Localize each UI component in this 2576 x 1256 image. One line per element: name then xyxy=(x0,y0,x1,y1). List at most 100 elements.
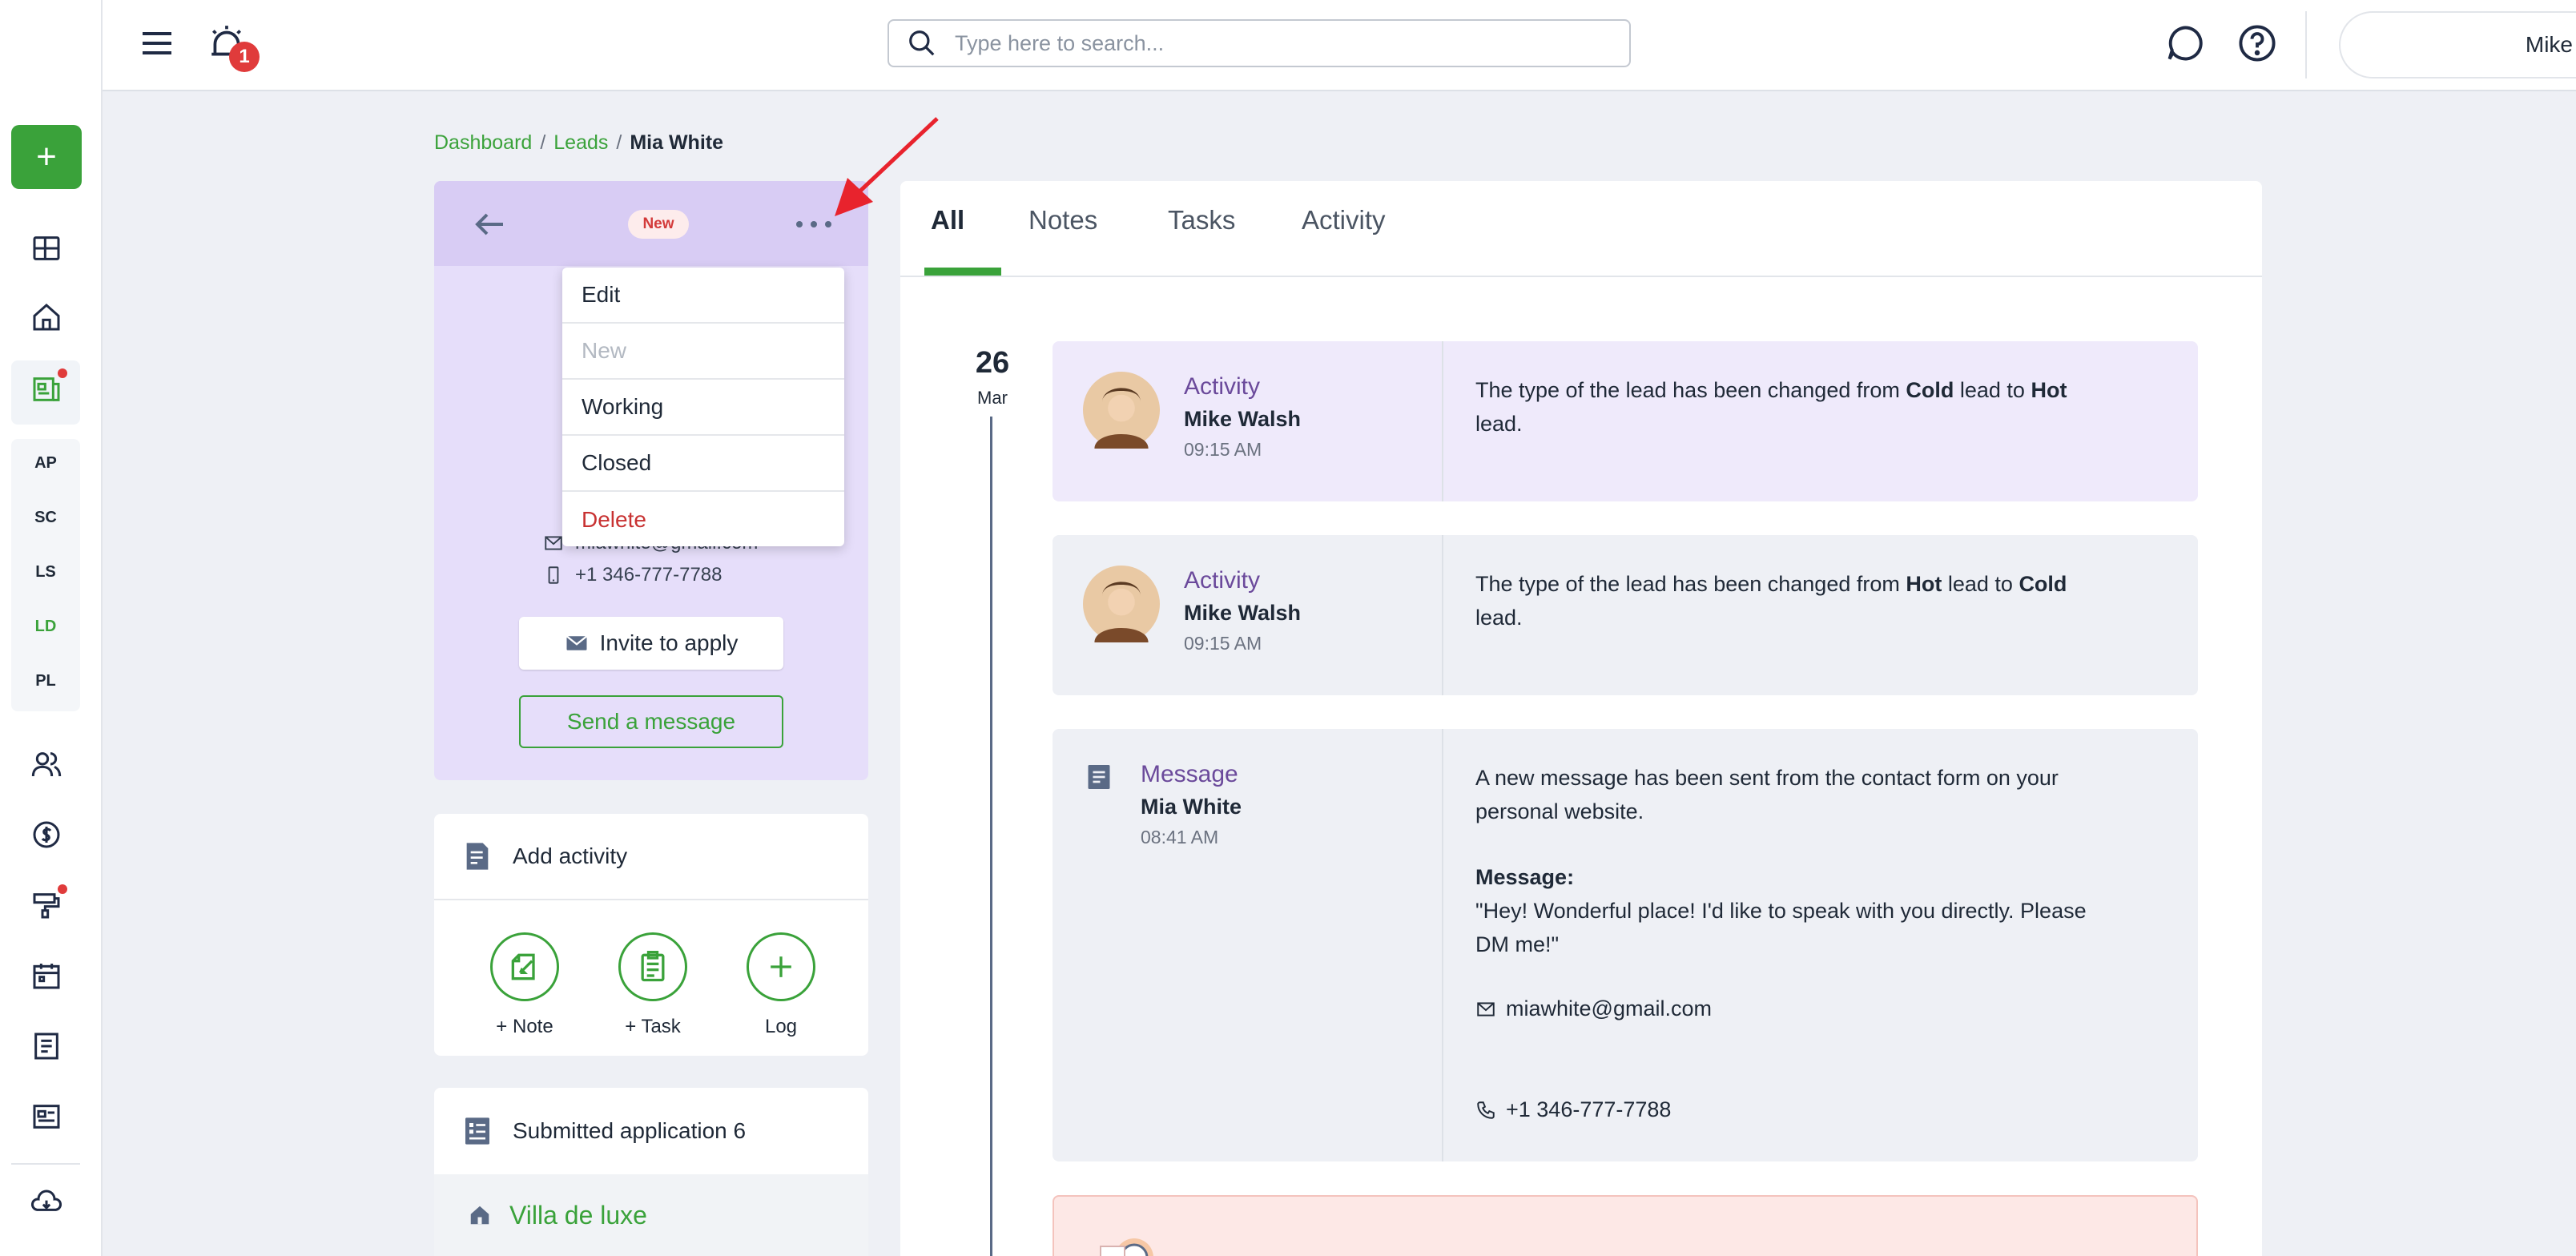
menu-item-new: New xyxy=(562,324,844,380)
annotation-arrow-icon xyxy=(835,117,939,216)
sidebar-item-sc[interactable]: SC xyxy=(11,509,80,527)
listings-icon[interactable] xyxy=(24,1094,69,1139)
menu-item-working[interactable]: Working xyxy=(562,380,844,436)
user-name: Mike xyxy=(2525,32,2573,57)
author-avatar xyxy=(1083,566,1160,642)
entry-author: Mike Walsh xyxy=(1184,601,1302,625)
add-activity-title: Add activity xyxy=(513,843,628,868)
active-tab-indicator xyxy=(924,268,1001,276)
entry-author: Mike Walsh xyxy=(1184,407,1302,431)
sidebar-item-ld[interactable]: LD xyxy=(11,618,80,636)
submitted-applications-card: Submitted application 6 Villa de luxe xyxy=(434,1088,868,1256)
timeline-entry: Activity Mike Walsh 09:15 AM The type of… xyxy=(1053,341,2198,501)
left-rail: + AP SC LS LD PL xyxy=(0,0,103,1256)
tab-notes[interactable]: Notes xyxy=(1028,205,1097,277)
mail-icon xyxy=(1477,1001,1495,1016)
application-item[interactable]: Villa de luxe xyxy=(434,1174,868,1256)
tab-tasks[interactable]: Tasks xyxy=(1168,205,1235,277)
sidebar-item-pl[interactable]: PL xyxy=(11,672,80,690)
timeline-entry: Message Mia White 08:41 AM A new message… xyxy=(1053,729,2198,1161)
add-task-button[interactable] xyxy=(618,932,687,1001)
menu-item-delete[interactable]: Delete xyxy=(562,492,844,548)
documents-icon[interactable] xyxy=(24,1024,69,1069)
invite-to-apply-button[interactable]: Invite to apply xyxy=(519,617,783,670)
message-email-value: miawhite@gmail.com xyxy=(1506,996,1712,1020)
menu-item-edit[interactable]: Edit xyxy=(562,268,844,324)
add-task-label: + Task xyxy=(625,1016,681,1037)
envelope-icon xyxy=(566,635,587,650)
contact-phone-value: +1 346-777-7788 xyxy=(575,564,722,586)
entry-author: Mia White xyxy=(1141,795,1242,819)
menu-item-closed[interactable]: Closed xyxy=(562,436,844,492)
add-note-button[interactable] xyxy=(490,932,559,1001)
entry-time: 08:41 AM xyxy=(1141,827,1219,847)
hamburger-menu-icon[interactable] xyxy=(138,24,176,62)
search-bar[interactable] xyxy=(888,19,1631,67)
breadcrumb: Dashboard / Leads / Mia White xyxy=(434,131,723,155)
leads-icon[interactable] xyxy=(24,367,69,412)
tab-activity[interactable]: Activity xyxy=(1302,205,1386,277)
entry-divider xyxy=(1442,535,1443,695)
house-icon xyxy=(470,1206,489,1225)
help-icon[interactable] xyxy=(2236,22,2278,64)
timeline-date-day: 26 xyxy=(975,346,1010,380)
search-icon xyxy=(909,30,935,56)
phone-icon xyxy=(1477,1101,1495,1119)
dashboard-grid-icon[interactable] xyxy=(24,226,69,271)
breadcrumb-current: Mia White xyxy=(630,131,724,154)
entry-type: Message xyxy=(1141,761,1238,787)
entry-divider xyxy=(1442,341,1443,501)
tab-bar: All Notes Tasks Activity xyxy=(900,181,2262,277)
cloud-download-icon[interactable] xyxy=(24,1181,69,1226)
back-arrow-icon[interactable] xyxy=(471,205,509,244)
entry-type: Activity xyxy=(1184,567,1261,594)
message-label: Message: xyxy=(1475,865,1575,889)
send-message-button[interactable]: Send a message xyxy=(519,695,783,748)
timeline-entry: Activity Mike Walsh 09:15 AM The type of… xyxy=(1053,535,2198,695)
search-input[interactable] xyxy=(955,30,1580,56)
add-note-label: + Note xyxy=(496,1016,553,1037)
add-activity-card: Add activity + Note + Task Log xyxy=(434,814,868,1056)
breadcrumb-dashboard[interactable]: Dashboard xyxy=(434,131,532,154)
topbar-divider xyxy=(2305,11,2307,78)
application-item-label: Villa de luxe xyxy=(509,1200,647,1230)
message-email: miawhite@gmail.com xyxy=(1475,996,1712,1021)
breadcrumb-leads[interactable]: Leads xyxy=(553,131,608,154)
add-log-button[interactable] xyxy=(747,932,815,1001)
entry-text: The type of the lead has been changed fr… xyxy=(1475,378,2067,436)
entry-time: 09:15 AM xyxy=(1184,439,1262,460)
submitted-applications-title: Submitted application 6 xyxy=(513,1118,747,1143)
contacts-icon[interactable] xyxy=(24,742,69,787)
top-bar: 1 Mike xyxy=(103,0,2576,91)
rail-divider xyxy=(11,1163,80,1165)
leads-alert-dot xyxy=(58,368,67,378)
sidebar-item-ap[interactable]: AP xyxy=(11,454,80,473)
notification-badge: 1 xyxy=(229,42,260,72)
entry-type: Activity xyxy=(1184,373,1261,400)
maintenance-alert-dot xyxy=(58,884,67,894)
create-new-button[interactable]: + xyxy=(11,125,82,189)
submitted-applications-header: Submitted application 6 xyxy=(434,1088,868,1174)
breadcrumb-separator: / xyxy=(616,131,622,154)
invite-label: Invite to apply xyxy=(599,630,739,655)
entry-divider xyxy=(1442,729,1443,1161)
task-clipboard-icon xyxy=(641,951,665,982)
maintenance-icon[interactable] xyxy=(24,883,69,928)
activity-document-icon xyxy=(466,843,489,870)
entry-text: The type of the lead has been changed fr… xyxy=(1475,572,2067,630)
chat-icon[interactable] xyxy=(2164,22,2206,64)
application-list-icon xyxy=(465,1117,489,1145)
add-log-label: Log xyxy=(764,1016,798,1037)
timeline-entry xyxy=(1053,1195,2198,1256)
user-menu[interactable]: Mike xyxy=(2339,11,2576,78)
finance-icon[interactable] xyxy=(24,812,69,857)
sidebar-item-ls[interactable]: LS xyxy=(11,563,80,582)
home-icon[interactable] xyxy=(24,295,69,340)
calendar-icon[interactable] xyxy=(24,953,69,998)
message-phone-value: +1 346-777-7788 xyxy=(1506,1097,1672,1121)
note-icon xyxy=(511,953,535,980)
author-avatar xyxy=(1083,372,1160,449)
message-phone: +1 346-777-7788 xyxy=(1475,1097,1671,1122)
timeline-date-month: Mar xyxy=(977,388,1008,408)
breadcrumb-separator: / xyxy=(540,131,546,154)
